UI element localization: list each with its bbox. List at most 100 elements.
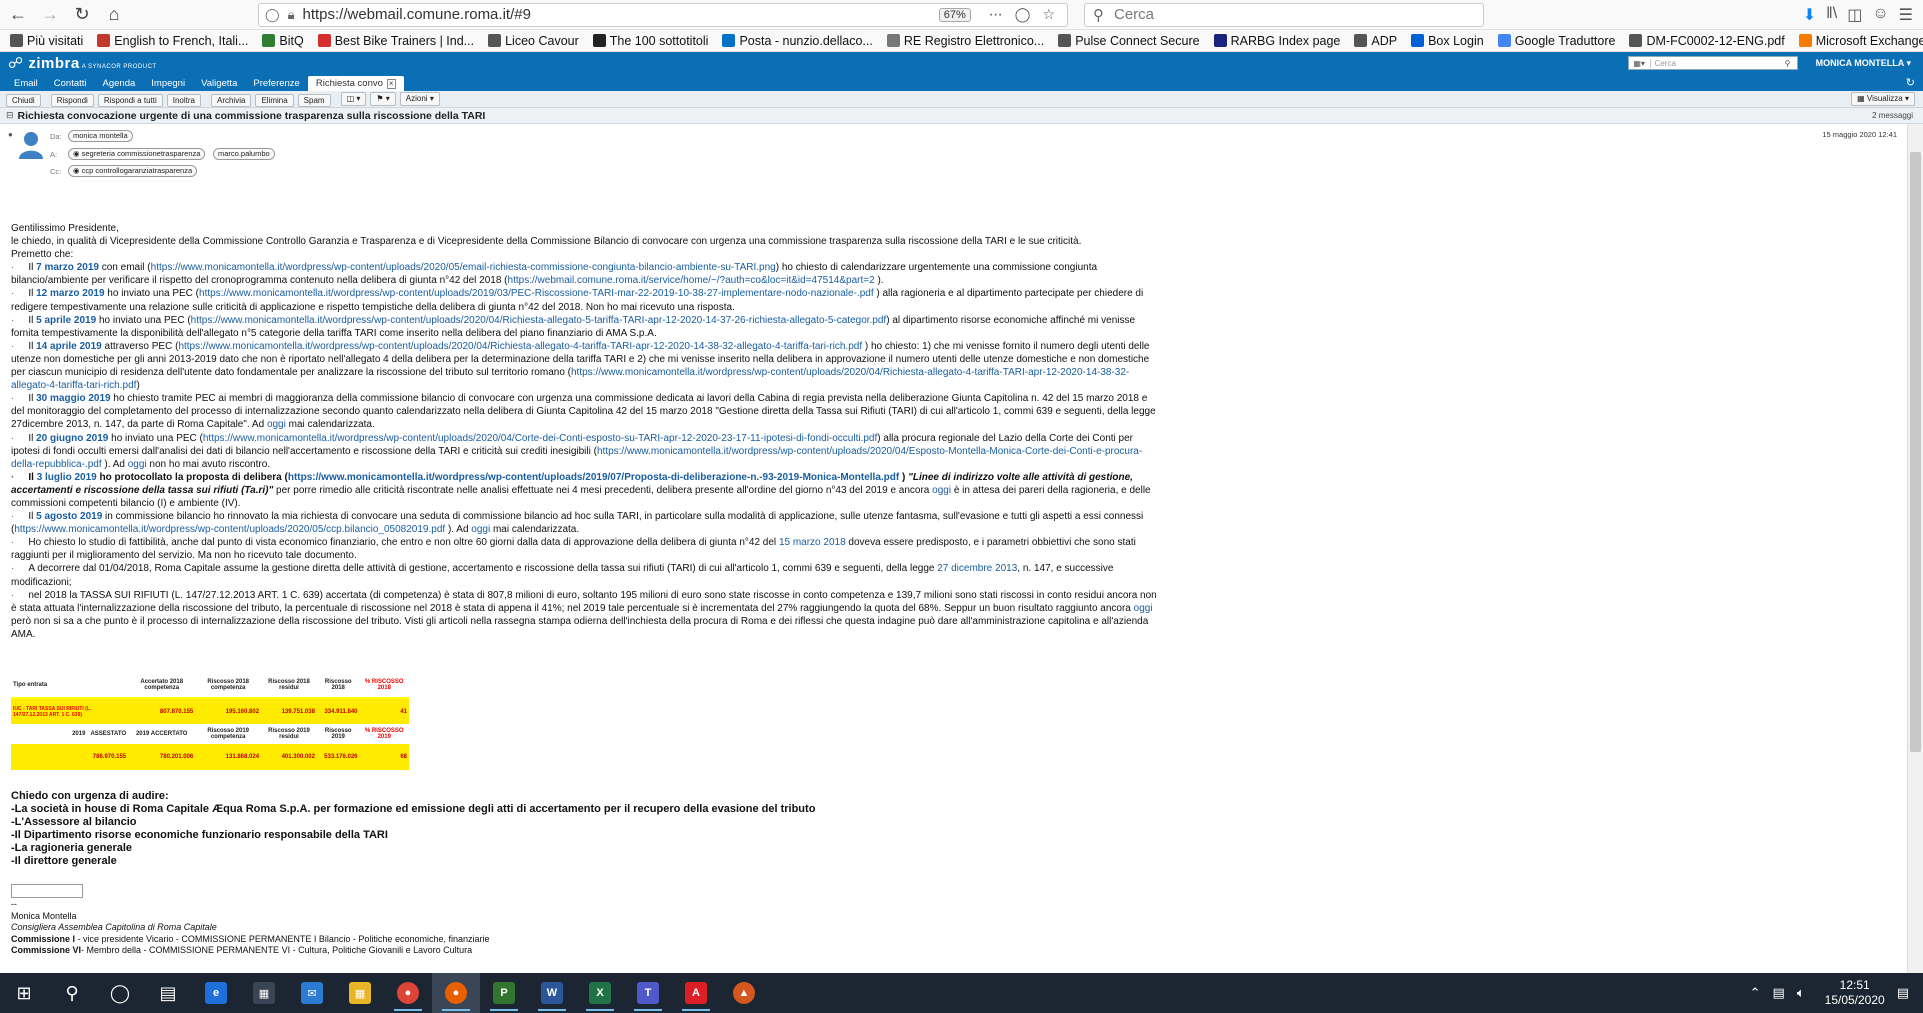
cc-address[interactable]: ◉ ccp controllogaranziatrasparenza [68,165,198,177]
date-link[interactable]: 3 luglio 2019 [37,472,97,483]
refresh-icon[interactable]: ↻ [1906,76,1915,89]
home-icon[interactable]: ⌂ [100,2,128,28]
search-options-icon[interactable]: ▦▾ [1629,58,1651,68]
page-actions-icon[interactable]: ⋯ [989,6,1003,23]
tab-contatti[interactable]: Contatti [46,76,95,91]
date-link[interactable]: 14 aprile 2019 [36,341,102,352]
volume-icon[interactable]: 🔈︎ [1797,985,1805,1001]
link[interactable]: https://www.monicamontella.it/wordpress/… [191,315,887,326]
zimbra-search[interactable]: ▦▾ Cerca ⚲ [1627,56,1798,70]
shield-icon[interactable]: ◯ [265,7,280,23]
user-menu[interactable]: MONICA MONTELLA ▾ [1816,58,1911,69]
rispondi-a-tutti-button[interactable]: Rispondi a tutti [97,94,163,107]
date-link[interactable]: 12 marzo 2019 [36,288,104,299]
menu-icon[interactable]: ☰ [1899,5,1913,25]
pocket-icon[interactable]: ◯ [1015,6,1031,23]
date-link[interactable]: 15 marzo 2018 [779,537,846,548]
rispondi-button[interactable]: Rispondi [50,94,94,107]
tab-richiesta-convo[interactable]: Richiesta convo × [307,76,404,91]
link[interactable]: https://www.monicamontella.it/wordpress/… [14,524,445,535]
date-link[interactable]: 5 aprile 2019 [36,315,96,326]
link[interactable]: https://www.monicamontella.it/wordpress/… [151,262,776,273]
to-address[interactable]: marco.palumbo [213,148,275,160]
start-icon[interactable]: ⊞ [0,973,48,1013]
edge-icon[interactable]: e [192,973,240,1013]
bookmark-item[interactable]: BitQ [262,34,304,48]
tab-agenda[interactable]: Agenda [95,76,144,91]
view-menu[interactable]: ▦ Visualizza ▾ [1851,92,1915,106]
link[interactable]: oggi [932,485,951,496]
bookmark-item[interactable]: Best Bike Trainers | Ind... [317,34,474,48]
chiudi-button[interactable]: Chiudi [6,94,41,107]
link[interactable]: oggi [1134,603,1153,614]
excel-icon[interactable]: X [576,973,624,1013]
bookmark-item[interactable]: DM-FC0002-12-ENG.pdf [1629,34,1785,48]
from-address[interactable]: monica montella [68,130,133,142]
to-address[interactable]: ◉ segreteria commissionetrasparenza [68,148,206,160]
close-tab-icon[interactable]: × [386,78,396,89]
link[interactable]: https://webmail.comune.roma.it/service/h… [508,275,875,286]
bookmark-item[interactable]: Box Login [1411,34,1484,48]
tab-impegni[interactable]: Impegni [143,76,193,91]
bookmark-item[interactable]: English to French, Itali... [97,34,248,48]
download-icon[interactable]: ⬇ [1803,5,1816,25]
back-icon[interactable]: ← [4,2,32,28]
tab-preferenze[interactable]: Preferenze [245,76,307,91]
url-bar[interactable]: ◯ 🔒︎ https://webmail.comune.roma.it/#9 6… [258,2,1068,27]
lock-icon[interactable]: 🔒︎ [288,7,295,23]
reload-icon[interactable]: ↻ [68,2,96,28]
bookmark-item[interactable]: Google Traduttore [1497,34,1615,48]
tab-email[interactable]: Email [6,76,46,91]
notification-icon[interactable]: ▤ [1897,985,1909,1001]
bookmark-item[interactable]: Pulse Connect Secure [1058,34,1200,48]
expand-icon[interactable]: ● [8,130,13,139]
clock[interactable]: 12:51 15/05/2020 [1825,978,1885,1008]
archivia-button[interactable]: Archivia [210,94,252,107]
bookmark-item[interactable]: Microsoft Exchange - ... [1798,34,1923,48]
firefox-icon[interactable]: ● [432,973,480,1013]
link[interactable]: oggi [128,459,147,470]
actions-menu[interactable]: Azioni ▾ [399,92,440,106]
store-icon[interactable]: ▦ [240,973,288,1013]
bookmark-item[interactable]: Più visitati [10,34,83,48]
bookmark-star-icon[interactable]: ☆ [1042,6,1055,23]
sidebar-icon[interactable]: ◫ [1847,5,1862,25]
zimbra-search-icon[interactable]: ⚲ [1785,59,1797,68]
spam-button[interactable]: Spam [297,94,331,107]
account-icon[interactable]: ☺ [1872,5,1888,25]
cortana-icon[interactable]: ◯ [96,973,144,1013]
tab-valigetta[interactable]: Valigetta [193,76,245,91]
search-icon[interactable]: ⚲ [48,973,96,1013]
bookmark-item[interactable]: The 100 sottotitoli [592,34,708,48]
date-link[interactable]: 5 agosto 2019 [36,511,102,522]
date-link[interactable]: 7 marzo 2019 [36,262,99,273]
date-link[interactable]: 20 giugno 2019 [36,433,108,444]
file-explorer-icon[interactable]: ▦ [336,973,384,1013]
link[interactable]: oggi [267,419,286,430]
bookmark-item[interactable]: Posta - nunzio.dellaco... [722,34,873,48]
bookmark-item[interactable]: RARBG Index page [1213,34,1340,48]
bookmark-item[interactable]: RE Registro Elettronico... [886,34,1044,48]
forward-icon[interactable]: → [36,2,64,28]
acrobat-icon[interactable]: A [672,973,720,1013]
mail-icon[interactable]: ✉ [288,973,336,1013]
collapse-icon[interactable]: ⊟ [6,110,14,121]
bookmark-item[interactable]: Liceo Cavour [488,34,579,48]
teams-icon[interactable]: T [624,973,672,1013]
zoom-indicator[interactable]: 67% [938,7,971,22]
word-icon[interactable]: W [528,973,576,1013]
search-box[interactable]: ⚲ Cerca [1084,2,1484,27]
link[interactable]: https://www.monicamontella.it/wordpress/… [203,433,877,444]
chrome-icon[interactable]: ● [384,973,432,1013]
zimbra-logo[interactable]: ☍ zimbra A SYNACOR PRODUCT [8,54,157,72]
date-link[interactable]: 30 maggio 2019 [36,393,110,404]
link[interactable]: oggi [471,524,490,535]
scroll-thumb[interactable] [1910,152,1921,752]
zimbra-search-input[interactable]: Cerca [1651,59,1785,68]
link[interactable]: https://www.monicamontella.it/wordpress/… [199,288,874,299]
shield-app-icon[interactable]: ▲ [720,973,768,1013]
tag-button[interactable]: ◫ ▾ [340,92,367,106]
library-icon[interactable]: ‖\ [1826,5,1837,25]
url-text[interactable]: https://webmail.comune.roma.it/#9 [302,6,938,23]
elimina-button[interactable]: Elimina [255,94,294,107]
